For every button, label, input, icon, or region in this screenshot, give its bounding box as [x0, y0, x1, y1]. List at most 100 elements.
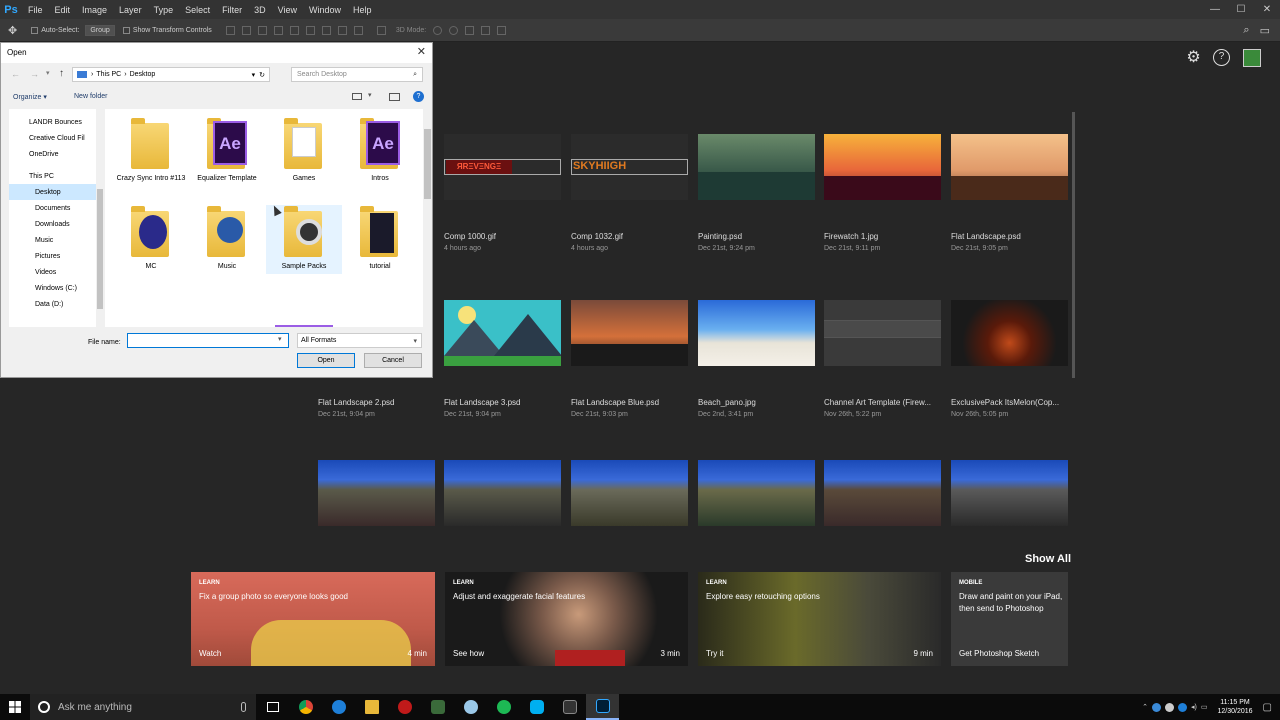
menu-view[interactable]: View: [272, 5, 303, 15]
taskbar-clock[interactable]: 11:15 PM 12/30/2016: [1218, 698, 1253, 716]
auto-align-icon[interactable]: [376, 25, 386, 35]
thumb-comp1000[interactable]: ЯRΞVΞNGΞ: [444, 134, 561, 200]
recent-file-name[interactable]: Flat Landscape Blue.psd: [571, 398, 691, 407]
nav-pane-scrollbar[interactable]: [96, 109, 104, 327]
thumb-race-1[interactable]: [318, 460, 435, 526]
back-arrow-icon[interactable]: ←: [11, 69, 20, 79]
learn-card[interactable]: LEARN Adjust and exaggerate facial featu…: [445, 572, 688, 666]
thumb-race-6[interactable]: [951, 460, 1068, 526]
forward-arrow-icon[interactable]: →: [30, 69, 39, 79]
recent-file-name[interactable]: Painting.psd: [698, 232, 818, 241]
cancel-button[interactable]: Cancel: [364, 353, 422, 368]
file-item[interactable]: MC: [113, 205, 189, 271]
refresh-icon[interactable]: ↻: [259, 71, 265, 79]
menu-edit[interactable]: Edit: [49, 5, 77, 15]
file-item[interactable]: Crazy Sync Intro #113: [113, 117, 189, 183]
thumb-race-3[interactable]: [571, 460, 688, 526]
address-dropdown-icon[interactable]: ▾: [252, 71, 256, 79]
3d-rotate-icon[interactable]: [433, 25, 443, 35]
menu-select[interactable]: Select: [179, 5, 216, 15]
file-pane-scrollbar[interactable]: [423, 109, 432, 327]
tray-app-icon[interactable]: [1152, 702, 1162, 712]
windows-start-icon[interactable]: [0, 701, 30, 713]
recent-locations-icon[interactable]: ▾: [46, 69, 50, 77]
help-icon[interactable]: ?: [1213, 49, 1230, 66]
address-this-pc[interactable]: This PC: [96, 71, 121, 78]
microphone-icon[interactable]: [241, 702, 246, 712]
learn-card[interactable]: LEARN Explore easy retouching options Tr…: [698, 572, 941, 666]
learn-card-action[interactable]: Try it: [706, 649, 723, 658]
thumb-race-4[interactable]: [698, 460, 815, 526]
address-bar[interactable]: › This PC › Desktop ▾ ↻: [72, 67, 270, 82]
recent-file-name[interactable]: ExclusivePack ItsMelon(Cop...: [951, 398, 1069, 407]
notifications-icon[interactable]: ▢: [1263, 702, 1272, 713]
recent-file-name[interactable]: Flat Landscape 3.psd: [444, 398, 564, 407]
view-options-icon[interactable]: [352, 93, 362, 100]
task-view-icon[interactable]: [256, 694, 289, 720]
thumb-channel-art[interactable]: [824, 300, 941, 366]
3d-scale-icon[interactable]: [497, 25, 507, 35]
distribute-h-icon[interactable]: [337, 25, 347, 35]
workspace-scrollbar[interactable]: [1072, 112, 1075, 378]
tray-chevron-icon[interactable]: ⌃: [1142, 703, 1148, 711]
minimize-button[interactable]: —: [1202, 4, 1228, 15]
menu-type[interactable]: Type: [148, 5, 180, 15]
move-tool-icon[interactable]: ✥: [8, 24, 17, 37]
learn-card[interactable]: MOBILE Draw and paint on your iPad, then…: [951, 572, 1068, 666]
thumb-firewatch[interactable]: [824, 134, 941, 200]
search-icon[interactable]: ⌕: [1243, 24, 1249, 37]
thumb-race-2[interactable]: [444, 460, 561, 526]
edge-icon[interactable]: [322, 694, 355, 720]
3d-roll-icon[interactable]: [449, 25, 459, 35]
menu-window[interactable]: Window: [303, 5, 347, 15]
view-dropdown-icon[interactable]: ▾: [368, 91, 372, 99]
skype-icon[interactable]: [520, 694, 553, 720]
distribute-icon[interactable]: [321, 25, 331, 35]
file-name-input[interactable]: [127, 333, 289, 348]
3d-pan-icon[interactable]: [465, 25, 475, 35]
file-item[interactable]: Sample Packs: [266, 205, 342, 274]
settings-gear-icon[interactable]: ⚙: [1185, 49, 1202, 66]
volume-icon[interactable]: ◂): [1191, 703, 1197, 711]
audio-app-icon[interactable]: [553, 694, 586, 720]
align-center-icon[interactable]: [289, 25, 299, 35]
spotify-icon[interactable]: [487, 694, 520, 720]
thumb-beach-pano[interactable]: [698, 300, 815, 366]
nav-item-landr[interactable]: LANDR Bounces: [9, 114, 96, 130]
menu-3d[interactable]: 3D: [248, 5, 272, 15]
recent-file-name[interactable]: Firewatch 1.jpg: [824, 232, 944, 241]
learn-card[interactable]: LEARN Fix a group photo so everyone look…: [191, 572, 435, 666]
workspace-icon[interactable]: ▭: [1260, 24, 1270, 37]
nav-item-creative-cloud[interactable]: Creative Cloud Fil: [9, 130, 96, 146]
file-item[interactable]: Games: [266, 117, 342, 183]
open-button[interactable]: Open: [297, 353, 355, 368]
search-input[interactable]: Search Desktop ⌕: [291, 67, 423, 82]
nav-item-onedrive[interactable]: OneDrive: [9, 146, 96, 162]
align-left-icon[interactable]: [273, 25, 283, 35]
3d-slide-icon[interactable]: [481, 25, 491, 35]
menu-help[interactable]: Help: [347, 5, 378, 15]
transform-controls-checkbox[interactable]: [122, 26, 130, 34]
auto-select-checkbox[interactable]: [31, 26, 39, 34]
auto-select-dropdown[interactable]: Group: [85, 24, 115, 36]
chrome-icon[interactable]: [289, 694, 322, 720]
nav-item-data-d[interactable]: Data (D:): [9, 296, 96, 312]
file-item[interactable]: Music: [189, 205, 265, 271]
drawing-app-icon[interactable]: [421, 694, 454, 720]
thumb-painting[interactable]: [698, 134, 815, 200]
align-right-icon[interactable]: [305, 25, 315, 35]
maximize-button[interactable]: ☐: [1228, 4, 1254, 15]
nav-item-desktop[interactable]: Desktop: [9, 184, 96, 200]
file-item[interactable]: tutorial: [342, 205, 418, 271]
nav-item-documents[interactable]: Documents: [9, 200, 96, 216]
learn-card-action[interactable]: Get Photoshop Sketch: [959, 649, 1039, 658]
align-top-icon[interactable]: [225, 25, 235, 35]
menu-filter[interactable]: Filter: [216, 5, 248, 15]
menu-image[interactable]: Image: [76, 5, 113, 15]
file-item[interactable]: Ae Intros: [342, 117, 418, 183]
help-icon[interactable]: ?: [413, 91, 424, 102]
menu-layer[interactable]: Layer: [113, 5, 148, 15]
thumb-flat-landscape-blue[interactable]: [571, 300, 688, 366]
tray-app-icon[interactable]: [1178, 702, 1188, 712]
recent-file-name[interactable]: Flat Landscape.psd: [951, 232, 1071, 241]
